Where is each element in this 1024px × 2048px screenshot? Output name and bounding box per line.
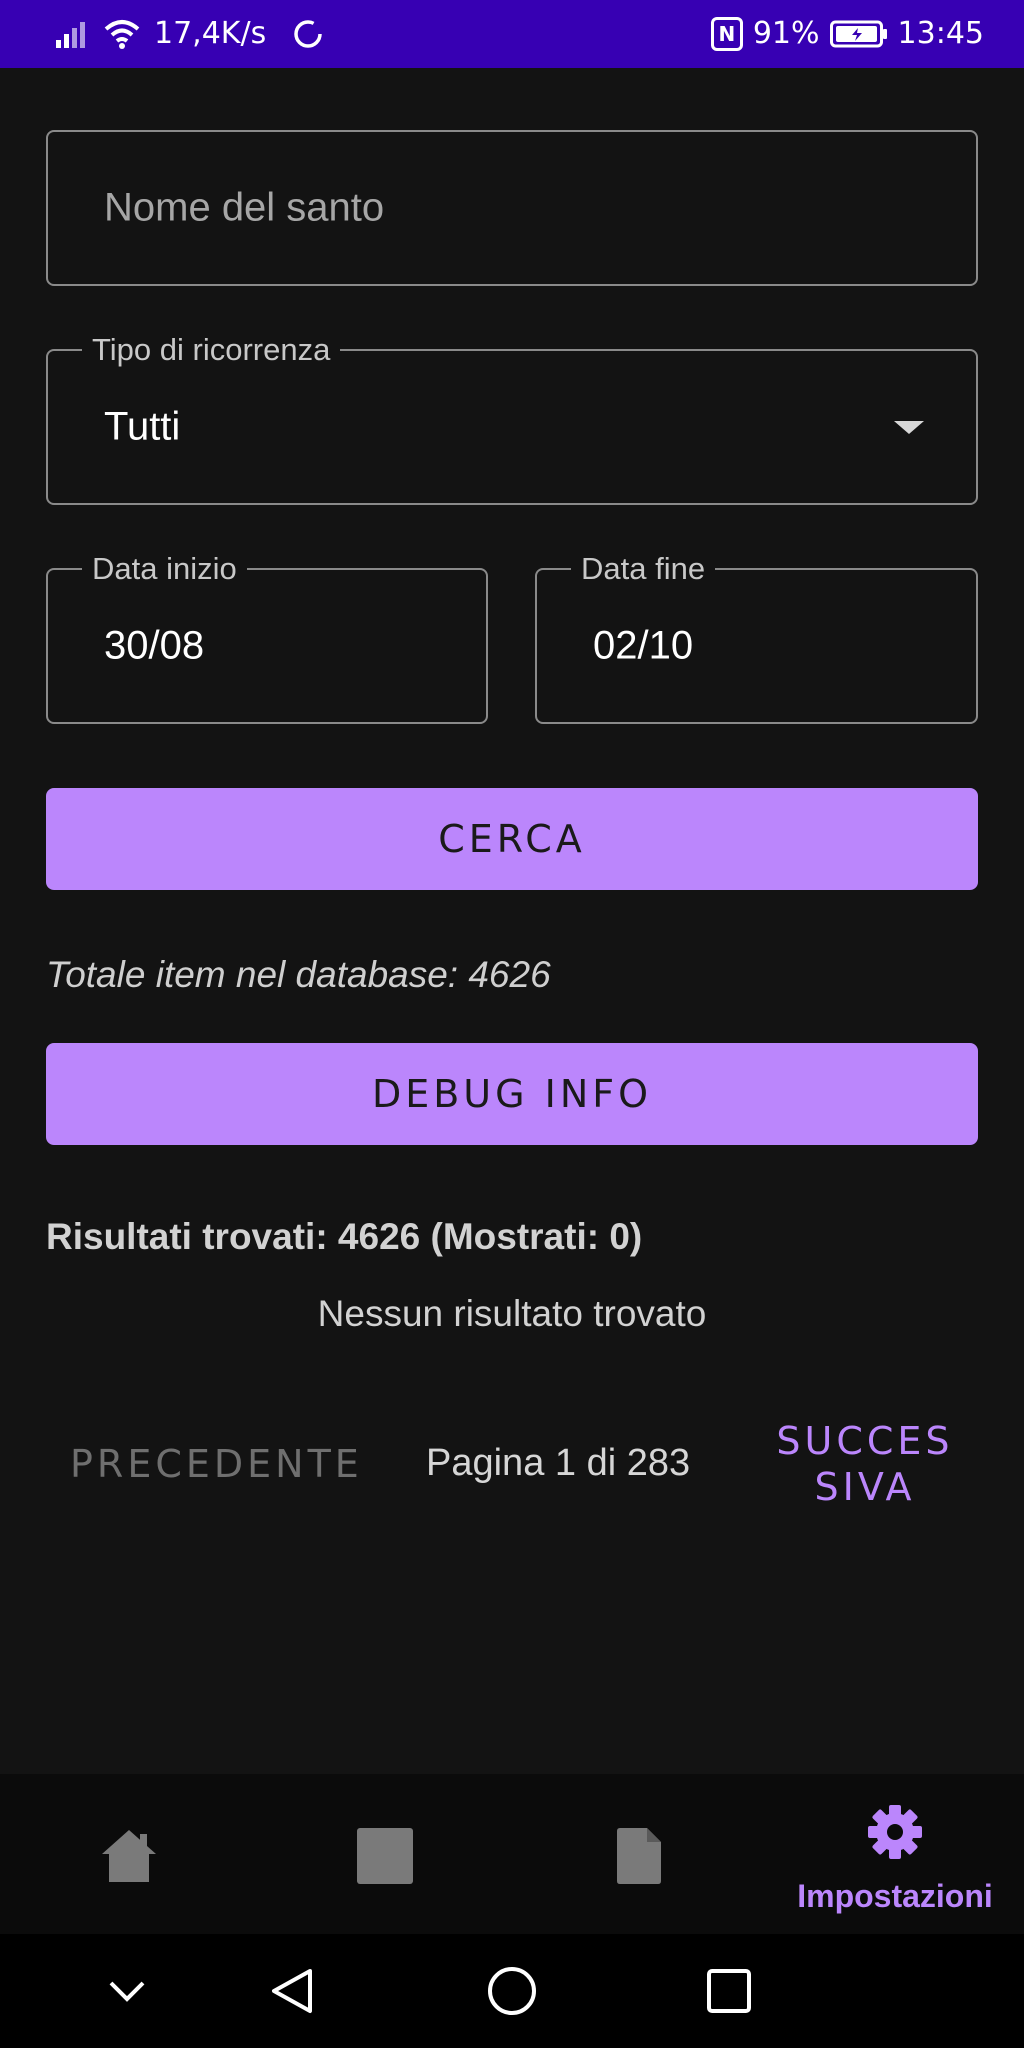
battery-charging-icon xyxy=(829,20,887,48)
nav-item-document[interactable] xyxy=(574,1774,704,1934)
dropdown-arrow-icon[interactable] xyxy=(894,421,924,434)
no-results-message: Nessun risultato trovato xyxy=(317,1293,707,1334)
start-date-value: 30/08 xyxy=(104,623,205,668)
recents-icon[interactable] xyxy=(706,1968,752,2014)
system-navigation-bar xyxy=(0,1934,1024,2048)
home-icon xyxy=(102,1830,156,1882)
bottom-navigation: Impostazioni xyxy=(0,1774,1024,1934)
debug-info-button[interactable]: DEBUG INFO xyxy=(46,1043,978,1145)
start-date-field[interactable]: Data inizio 30/08 xyxy=(46,550,488,724)
nfc-icon: N xyxy=(710,17,743,51)
next-page-button[interactable]: SUCCES SIVA xyxy=(760,1418,970,1510)
document-icon xyxy=(617,1828,661,1884)
nav-item-square[interactable] xyxy=(320,1774,450,1934)
start-date-label: Data inizio xyxy=(82,550,247,588)
nav-label-settings: Impostazioni xyxy=(797,1878,993,1914)
recurrence-type-label: Tipo di ricorrenza xyxy=(82,331,341,369)
wifi-icon xyxy=(104,20,140,49)
previous-page-button[interactable]: PRECEDENTE xyxy=(70,1442,363,1486)
nav-item-settings[interactable]: Impostazioni xyxy=(780,1774,1010,1934)
results-summary: Risultati trovati: 4626 (Mostrati: 0) xyxy=(46,1216,643,1257)
signal-icon xyxy=(56,22,85,48)
end-date-field[interactable]: Data fine 02/10 xyxy=(535,550,978,724)
search-button[interactable]: CERCA xyxy=(46,788,978,890)
saint-name-placeholder: Nome del santo xyxy=(104,185,385,230)
recurrence-type-value: Tutti xyxy=(104,404,181,449)
end-date-label: Data fine xyxy=(571,550,716,588)
back-icon[interactable] xyxy=(270,1967,314,2015)
home-circle-icon[interactable] xyxy=(487,1966,537,2016)
nav-item-home[interactable] xyxy=(64,1774,194,1934)
next-page-label-line1: SUCCES xyxy=(776,1419,954,1463)
next-page-label-line2: SIVA xyxy=(814,1465,916,1509)
square-icon xyxy=(357,1828,413,1884)
status-bar: 17,4K/s N 91% 13:45 xyxy=(0,0,1024,68)
saint-name-input[interactable]: Nome del santo xyxy=(46,130,978,286)
network-speed: 17,4K/s xyxy=(154,16,267,51)
chevron-down-icon[interactable] xyxy=(107,1979,147,2003)
total-items-text: Totale item nel database: 4626 xyxy=(46,954,551,995)
end-date-value: 02/10 xyxy=(593,623,694,668)
clock: 13:45 xyxy=(897,16,984,51)
recurrence-type-dropdown[interactable]: Tipo di ricorrenza Tutti xyxy=(46,331,978,505)
sync-icon xyxy=(294,20,322,48)
battery-percent: 91% xyxy=(752,16,820,51)
gear-icon xyxy=(868,1805,922,1859)
page-indicator: Pagina 1 di 283 xyxy=(426,1442,691,1484)
